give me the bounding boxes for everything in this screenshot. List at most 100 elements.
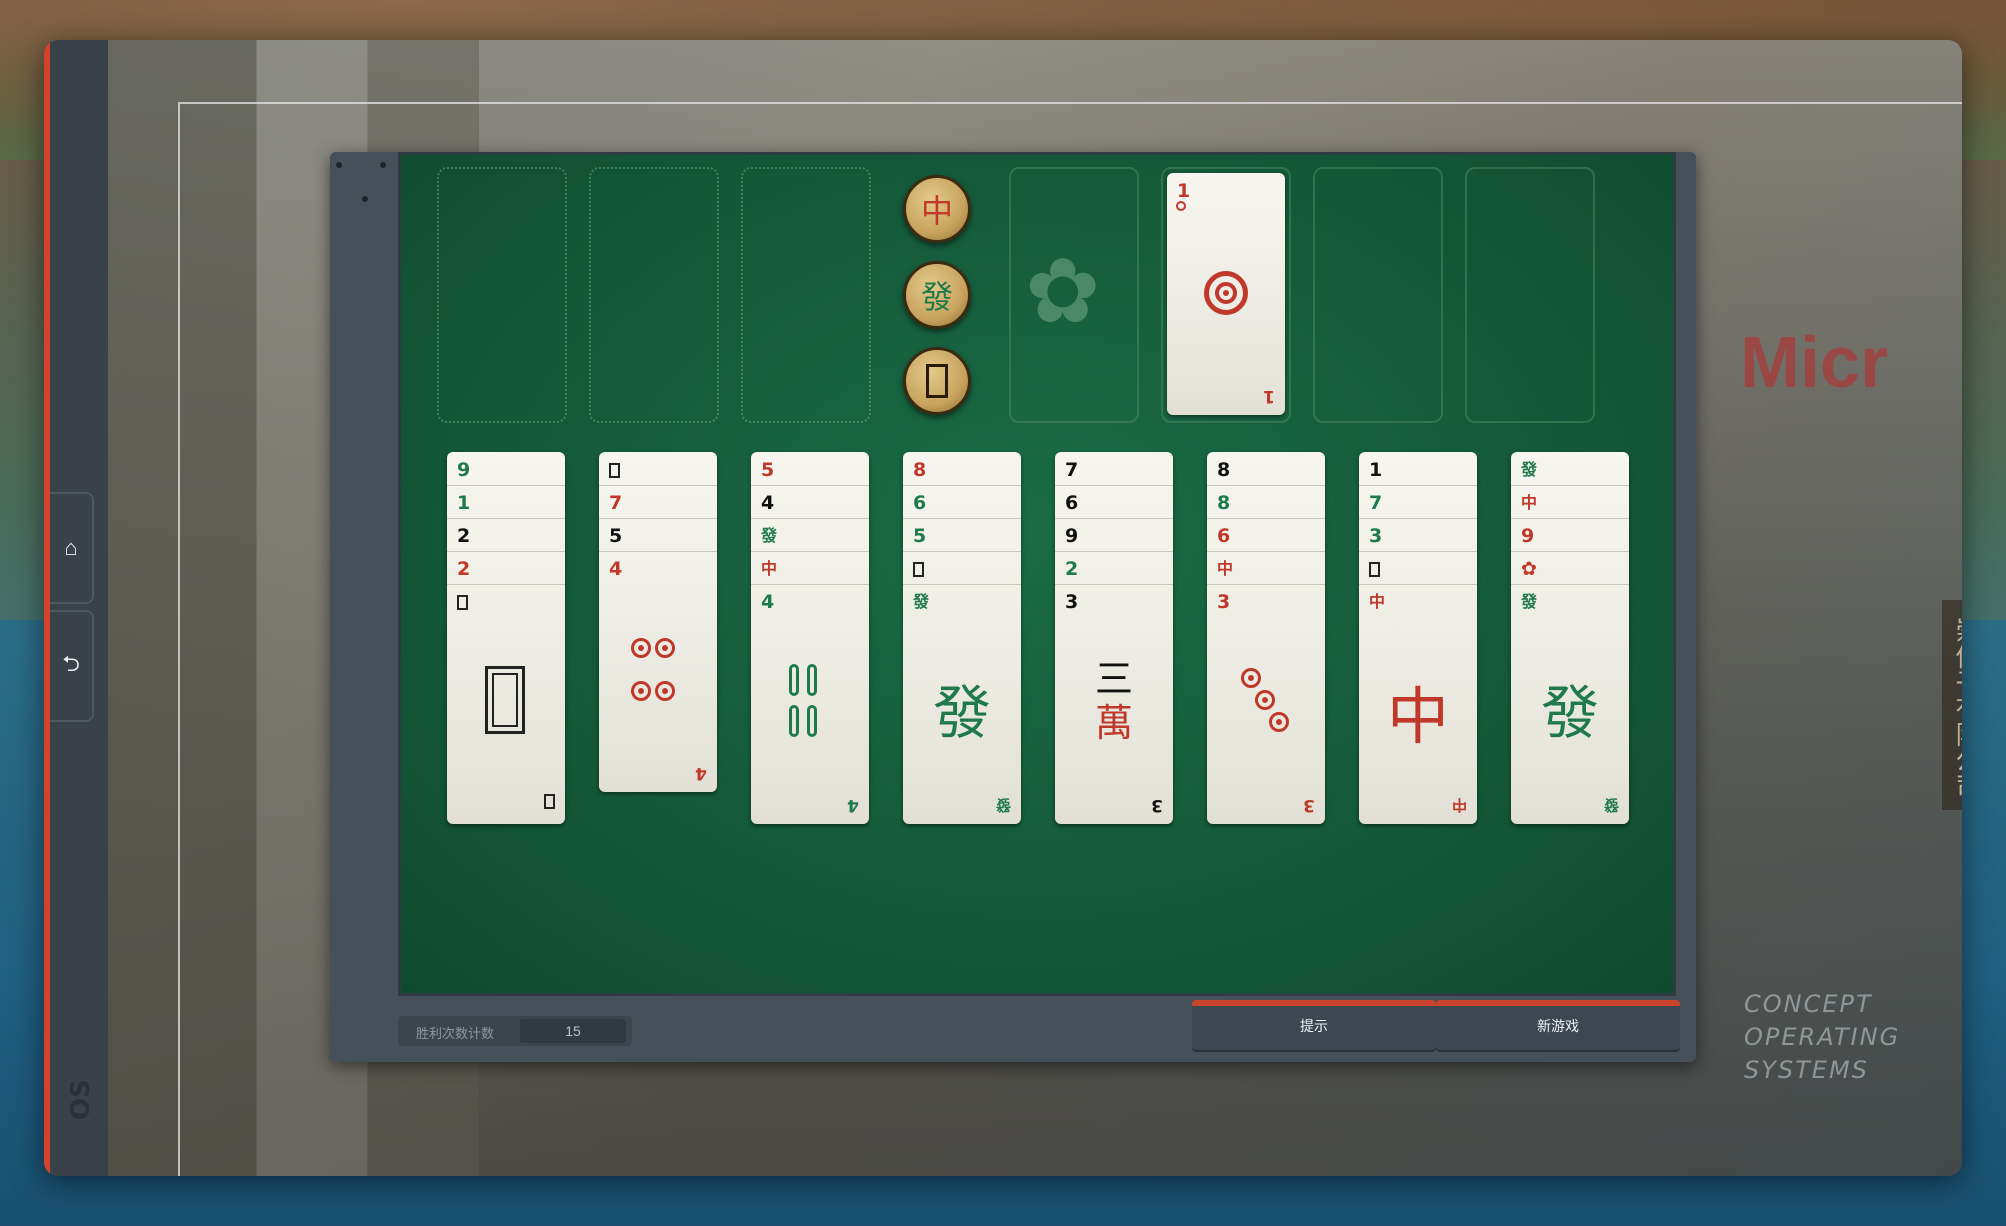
tableau-column[interactable]: 7 6 9 2 3 三 萬 3 <box>1055 452 1173 824</box>
card-label: 中 <box>1217 559 1234 578</box>
wallpaper-vertical-sign: 崇信子有限公司 <box>1942 600 1962 810</box>
card-label: 7 <box>1065 459 1079 481</box>
card-label: 8 <box>913 459 927 481</box>
card-label: 4 <box>609 558 623 580</box>
white-dragon-button[interactable] <box>903 347 971 415</box>
white-dragon-icon <box>485 666 525 739</box>
card-label: 5 <box>609 525 623 547</box>
win-counter: 胜利次数计数 15 <box>398 1016 632 1046</box>
game-window: 中 發 ✿ 1 1 9 1 2 2 7 5 4 4 5 4 發 中 4 4 8 … <box>330 152 1696 1062</box>
card-label: 6 <box>1065 492 1079 514</box>
flower-cell[interactable]: ✿ <box>1009 167 1139 423</box>
undo-icon: ⮌ <box>62 651 80 676</box>
card-corner-label: 4 <box>695 763 707 783</box>
tableau-column[interactable]: 5 4 發 中 4 4 <box>751 452 869 824</box>
white-dragon-icon <box>926 364 948 398</box>
card-label: 2 <box>1065 558 1079 580</box>
red-dragon-glyph: 中 <box>1386 680 1449 753</box>
red-dragon-button[interactable]: 中 <box>903 175 971 243</box>
green-dragon-button[interactable]: 發 <box>903 261 971 329</box>
green-dragon-icon: 發 <box>920 278 953 316</box>
white-dragon-small-icon <box>457 594 468 614</box>
card-label: 5 <box>913 525 927 547</box>
home-button[interactable]: ⌂ <box>50 492 94 604</box>
os-logo: OS <box>66 1079 96 1120</box>
green-dragon-glyph: 發 <box>1540 679 1599 747</box>
card-label: 發 <box>913 592 930 611</box>
home-icon: ⌂ <box>64 535 78 560</box>
card-label: 4 <box>761 492 775 514</box>
flower-small-icon: ✿ <box>1521 558 1537 580</box>
tableau-column[interactable]: 8 8 6 中 3 3 <box>1207 452 1325 824</box>
card-corner-label: 4 <box>847 795 859 815</box>
card-label: 中 <box>761 559 778 578</box>
free-cell[interactable] <box>437 167 567 423</box>
tableau-column[interactable]: 8 6 5 發 發 發 <box>903 452 1021 824</box>
card-label: 1 <box>1369 459 1383 481</box>
card-corner-label: 發 <box>1603 796 1619 814</box>
new-game-button[interactable]: 新游戏 <box>1436 1000 1680 1050</box>
white-dragon-small-icon <box>913 561 924 581</box>
card-corner-label: 3 <box>1303 795 1315 815</box>
card-label: 6 <box>1217 525 1231 547</box>
brand-line: SYSTEMS <box>1744 1056 1869 1084</box>
foundation-card[interactable]: 1 1 <box>1167 173 1285 415</box>
coin-icon <box>1204 271 1248 320</box>
foundation-cell[interactable] <box>1313 167 1443 423</box>
card-corner-label: 發 <box>995 796 1011 814</box>
white-dragon-small-icon <box>1369 561 1380 581</box>
free-cell[interactable] <box>741 167 871 423</box>
card-label: 8 <box>1217 492 1231 514</box>
tableau-column[interactable]: 發 中 9 ✿ 發 發 發 <box>1511 452 1629 824</box>
red-dragon-icon: 中 <box>920 192 953 230</box>
game-table: 中 發 ✿ 1 1 9 1 2 2 7 5 4 4 5 4 發 中 4 4 8 … <box>398 152 1676 996</box>
card-label: 3 <box>1217 591 1231 613</box>
brand-line: CONCEPT <box>1744 990 1873 1018</box>
card-label: 2 <box>457 525 471 547</box>
three-glyph: 三 <box>1094 657 1133 701</box>
wan-glyph: 萬 <box>1094 701 1133 745</box>
window-dot <box>362 196 368 202</box>
window-dot <box>336 162 342 168</box>
green-dragon-glyph: 發 <box>932 679 991 747</box>
hint-button[interactable]: 提示 <box>1192 1000 1436 1050</box>
card-label: 1 <box>457 492 471 514</box>
card-corner-label: 1 <box>1177 180 1191 202</box>
card-label: 4 <box>761 591 775 613</box>
brand-line: OPERATING <box>1744 1023 1901 1051</box>
card-label: 2 <box>457 558 471 580</box>
win-counter-value: 15 <box>520 1019 626 1043</box>
coins-icon <box>1239 666 1309 746</box>
card-corner-label: 3 <box>1151 795 1163 815</box>
card-label: 3 <box>1065 591 1079 613</box>
card-label: 發 <box>1521 592 1538 611</box>
tableau-column[interactable]: 9 1 2 2 <box>447 452 565 824</box>
card-label: 9 <box>1521 525 1535 547</box>
back-button[interactable]: ⮌ <box>50 610 94 722</box>
window-dot <box>380 162 386 168</box>
card-label: 發 <box>1521 460 1538 479</box>
coins-icon <box>629 636 689 708</box>
foundation-cell[interactable] <box>1465 167 1595 423</box>
card-corner-label: 中 <box>1451 796 1467 814</box>
wallpaper-sign: Micr <box>1740 323 1889 403</box>
bamboo-icon <box>785 662 845 744</box>
card-label: 中 <box>1521 493 1538 512</box>
card-label: 3 <box>1369 525 1383 547</box>
tableau-column[interactable]: 1 7 3 中 中 中 <box>1359 452 1477 824</box>
card-label: 5 <box>761 459 775 481</box>
free-cell[interactable] <box>589 167 719 423</box>
card-corner-label: 1 <box>1263 386 1275 406</box>
card-label: 9 <box>457 459 471 481</box>
card-label: 6 <box>913 492 927 514</box>
card-label: 8 <box>1217 459 1231 481</box>
card-label: 發 <box>761 526 778 545</box>
card-label: 7 <box>609 492 623 514</box>
coin-pip-icon <box>1176 201 1186 211</box>
win-counter-label: 胜利次数计数 <box>416 1026 495 1041</box>
card-label: 9 <box>1065 525 1079 547</box>
tableau-column[interactable]: 7 5 4 4 <box>599 452 717 792</box>
white-dragon-small-icon <box>544 794 555 814</box>
flower-icon: ✿ <box>1025 239 1101 344</box>
brand-watermark: CONCEPT OPERATING SYSTEMS <box>1744 988 1900 1087</box>
